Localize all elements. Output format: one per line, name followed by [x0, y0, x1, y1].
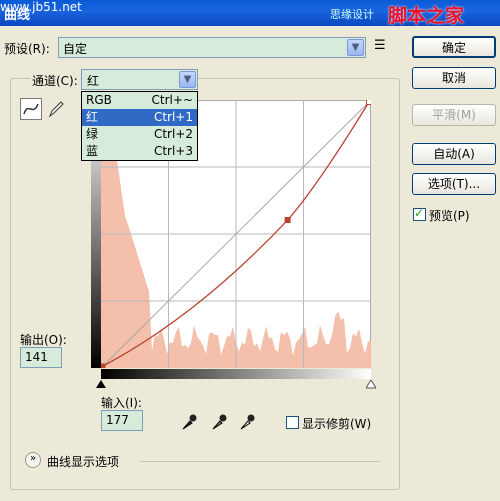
curve-point-tool[interactable] — [20, 98, 42, 120]
curve-point-selected[interactable] — [284, 217, 291, 224]
preset-menu-icon[interactable]: ☰ — [374, 38, 386, 53]
channel-menu: RGB Ctrl+~ 红 Ctrl+1 绿 Ctrl+2 蓝 Ctrl+3 — [81, 91, 198, 161]
preset-select[interactable]: 自定 ▼ — [58, 37, 366, 58]
output-label: 输出(O): — [20, 333, 67, 347]
menu-item-blue[interactable]: 蓝 Ctrl+3 — [82, 143, 197, 160]
watermark-brand: 脚本之家 — [388, 5, 465, 27]
channel-value: 红 — [87, 74, 100, 88]
input-label: 输入(I): — [101, 396, 142, 410]
black-point-slider[interactable] — [96, 380, 106, 389]
white-point-slider[interactable] — [366, 380, 376, 389]
preset-value: 自定 — [63, 42, 88, 56]
channel-label: 通道(C): — [30, 72, 80, 89]
menu-item-red[interactable]: 红 Ctrl+1 — [82, 109, 197, 126]
show-clipping-checkbox[interactable] — [286, 416, 299, 429]
chevron-down-icon[interactable]: ▼ — [179, 71, 196, 88]
input-value: 177 — [106, 413, 129, 427]
output-value: 141 — [25, 350, 48, 364]
check-icon: ✓ — [414, 206, 425, 220]
smooth-button[interactable]: 平滑(M) — [412, 104, 496, 126]
show-clipping-label: 显示修剪(W) — [302, 417, 372, 431]
cancel-button[interactable]: 取消 — [412, 67, 496, 89]
pencil-icon[interactable] — [47, 99, 65, 119]
output-field[interactable]: 141 — [20, 347, 62, 368]
divider — [140, 461, 380, 462]
black-eyedropper-icon[interactable] — [180, 412, 198, 432]
curve-display-options-label: 曲线显示选项 — [47, 455, 120, 469]
preset-label: 预设(R): — [4, 42, 50, 56]
gray-eyedropper-icon[interactable] — [210, 412, 228, 432]
chevron-down-icon: » — [29, 453, 37, 464]
menu-item-green[interactable]: 绿 Ctrl+2 — [82, 126, 197, 143]
white-eyedropper-icon[interactable] — [238, 412, 256, 432]
expand-toggle[interactable]: » — [25, 452, 41, 468]
channel-select[interactable]: 红 ▼ — [81, 69, 198, 90]
input-gradient — [101, 369, 371, 379]
menu-item-rgb[interactable]: RGB Ctrl+~ — [82, 92, 197, 109]
input-field[interactable]: 177 — [101, 410, 143, 431]
preview-label: 预览(P) — [429, 209, 470, 223]
watermark-url: www.jb51.net — [0, 0, 82, 14]
curve-tool-icon — [23, 103, 39, 115]
curve-point-start[interactable] — [101, 363, 106, 369]
auto-button[interactable]: 自动(A) — [412, 143, 496, 165]
chevron-down-icon[interactable]: ▼ — [347, 39, 364, 56]
watermark-text: 思缘设计 — [330, 8, 374, 21]
curve-point-end[interactable] — [366, 100, 372, 105]
preview-checkbox[interactable]: ✓ — [413, 206, 426, 221]
ok-button[interactable]: 确定 — [412, 36, 496, 58]
options-button[interactable]: 选项(T)... — [412, 173, 496, 195]
